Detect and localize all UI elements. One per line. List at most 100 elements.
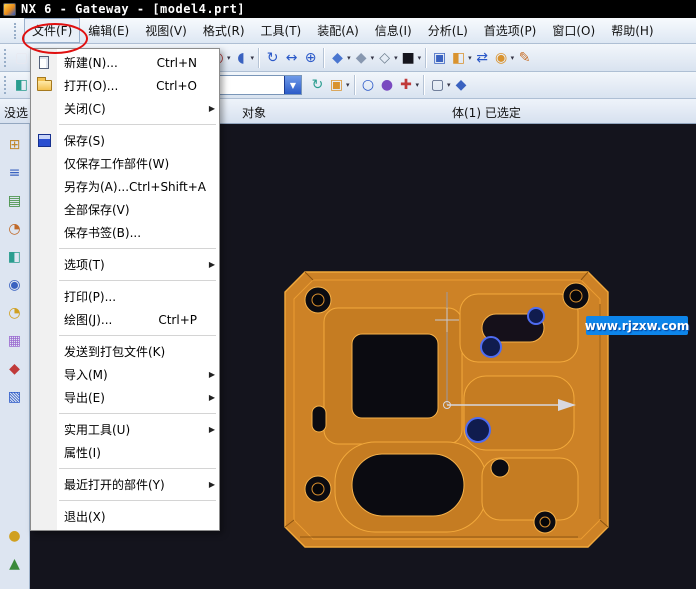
dropdown-arrow-icon[interactable]: ▾ [416, 81, 420, 89]
solid-cube-button[interactable]: ◆ [452, 74, 471, 96]
toolbar-grip[interactable] [4, 76, 8, 94]
assembly-navigator-tab[interactable]: ⊞ [4, 134, 26, 156]
counterbore-hole-bottom-right[interactable] [533, 510, 557, 534]
menubar-item-tools[interactable]: 工具(T) [253, 18, 310, 43]
menu-item-label: 打印(P)... [64, 290, 117, 304]
file-menu-item-save[interactable]: 保存(S) [31, 129, 219, 152]
dropdown-arrow-icon[interactable]: ▾ [511, 54, 515, 62]
menubar-item-information[interactable]: 信息(I) [367, 18, 420, 43]
part-navigator-tab[interactable]: ▤ [4, 190, 26, 212]
file-menu-item-plot[interactable]: 绘图(J)... Ctrl+P [31, 308, 219, 331]
orient-view-button[interactable]: ◆ ▾ [328, 47, 352, 69]
dropdown-arrow-icon[interactable]: ▾ [347, 54, 351, 62]
file-menu-item-export[interactable]: 导出(E) ▶ [31, 386, 219, 409]
file-menu-item-options[interactable]: 选项(T) ▶ [31, 253, 219, 276]
oval-through-hole[interactable] [351, 453, 465, 517]
dropdown-arrow-icon[interactable]: ▾ [447, 81, 451, 89]
toolbar-grip[interactable] [14, 22, 18, 39]
circle-tool-button[interactable]: ○ [359, 74, 378, 96]
dropdown-arrow-icon[interactable]: ▾ [468, 54, 472, 62]
file-menu-item-save-as[interactable]: 另存为(A)... Ctrl+Shift+A [31, 175, 219, 198]
roles-tab[interactable]: ● [4, 525, 26, 547]
manufacturing-wizards-tab[interactable]: ▧ [4, 386, 26, 408]
file-menu-item-print[interactable]: 打印(P)... [31, 285, 219, 308]
snap-point-button[interactable]: ◉ ▾ [492, 47, 516, 69]
menubar-item-preferences[interactable]: 首选项(P) [476, 18, 545, 43]
menu-bar-items: 文件(F) 编辑(E) 视图(V) 格式(R) 工具(T) 装配(A) 信息(I) 分析(L)… [24, 18, 662, 43]
menubar-item-view[interactable]: 视图(V) [137, 18, 195, 43]
constraint-navigator-tab[interactable]: ≡ [4, 162, 26, 184]
web-browser-tab[interactable]: ◉ [4, 274, 26, 296]
dropdown-arrow-icon[interactable]: ▾ [227, 54, 231, 62]
file-menu-item-save-all[interactable]: 全部保存(V) [31, 198, 219, 221]
selected-hole-upper-mid[interactable] [480, 336, 502, 358]
file-menu-item-send-package[interactable]: 发送到打包文件(K) [31, 340, 219, 363]
combo-dropdown-icon[interactable]: ▼ [284, 76, 301, 94]
menubar-item-file[interactable]: 文件(F) [24, 18, 81, 43]
file-menu-item-save-work-part[interactable]: 仅保存工作部件(W) [31, 152, 219, 175]
display-mode-button[interactable]: ◧ [12, 74, 31, 96]
new-part-button[interactable]: ▢ [12, 47, 31, 69]
view-background-button[interactable]: ■ ▾ [399, 47, 423, 69]
dropdown-arrow-icon[interactable]: ▾ [251, 54, 255, 62]
zoom-view-button[interactable]: ⊕ [301, 47, 320, 69]
dropdown-arrow-icon[interactable]: ▾ [394, 54, 398, 62]
history-icon: ◔ [8, 305, 21, 321]
counterbore-hole-top-right[interactable] [562, 282, 590, 310]
system-materials-tab[interactable]: ▦ [4, 330, 26, 352]
dropdown-arrow-icon[interactable]: ▾ [371, 54, 375, 62]
file-menu-item-utilities[interactable]: 实用工具(U) ▶ [31, 418, 219, 441]
zoom-view-icon: ⊕ [304, 49, 317, 66]
edge-blend-button[interactable]: ◖ ▾ [232, 47, 256, 69]
selection-scope-icon: ▢ [430, 77, 445, 93]
small-hole-bottom-mid[interactable] [490, 458, 510, 478]
move-object-button[interactable]: ⇄ [473, 47, 492, 69]
sphere-tool-button[interactable]: ● [378, 74, 397, 96]
file-menu-item-recent-parts[interactable]: 最近打开的部件(Y) ▶ [31, 473, 219, 496]
file-menu-item-new[interactable]: 新建(N)... Ctrl+N [31, 51, 219, 74]
selected-hole-top[interactable] [527, 307, 545, 325]
refresh-button[interactable]: ↻ [308, 74, 327, 96]
orient-csys-button[interactable]: ◧ ▾ [449, 47, 473, 69]
counterbore-hole-top-left[interactable] [304, 286, 332, 314]
rotate-view-button[interactable]: ↻ [263, 47, 282, 69]
file-menu-item-import[interactable]: 导入(M) ▶ [31, 363, 219, 386]
submenu-arrow-icon: ▶ [208, 393, 215, 402]
history-tab[interactable]: ◔ [4, 302, 26, 324]
selection-scope-button[interactable]: ▢ ▾ [428, 74, 452, 96]
measure-button[interactable]: ✚ ▾ [397, 74, 421, 96]
menubar-item-edit[interactable]: 编辑(E) [80, 18, 137, 43]
nx-app-icon [3, 2, 16, 16]
menubar-item-help[interactable]: 帮助(H) [603, 18, 661, 43]
slot-left-edge[interactable] [311, 405, 327, 433]
fit-view-button[interactable]: ▣ ▾ [327, 74, 351, 96]
sphere-tool-icon: ● [380, 77, 394, 93]
menubar-item-format[interactable]: 格式(R) [195, 18, 253, 43]
system-scenes-tab[interactable]: ▲ [4, 553, 26, 575]
menubar-item-assemblies[interactable]: 装配(A) [309, 18, 367, 43]
selected-hole-center[interactable] [465, 417, 491, 443]
toolbar-grip[interactable] [4, 48, 8, 67]
menu-item-label: 发送到打包文件(K) [64, 345, 166, 359]
dropdown-arrow-icon[interactable]: ▾ [418, 54, 422, 62]
file-menu-item-save-bookmark[interactable]: 保存书签(B)... [31, 221, 219, 244]
process-studio-tab[interactable]: ◆ [4, 358, 26, 380]
dropdown-arrow-icon[interactable]: ▾ [346, 81, 350, 89]
file-menu-item-close[interactable]: 关闭(C) ▶ [31, 97, 219, 120]
reuse-library-tab[interactable]: ◔ [4, 218, 26, 240]
edit-object-display-button[interactable]: ✎ [515, 47, 534, 69]
new-window-button[interactable]: ▣ [430, 47, 449, 69]
toolbar-separator [258, 47, 261, 68]
menubar-item-window[interactable]: 窗口(O) [544, 18, 603, 43]
hd3d-tools-tab[interactable]: ◧ [4, 246, 26, 268]
square-through-hole[interactable] [351, 333, 439, 419]
menubar-item-analysis[interactable]: 分析(L) [420, 18, 476, 43]
file-menu-item-exit[interactable]: 退出(X) [31, 505, 219, 528]
file-menu-item-properties[interactable]: 属性(I) [31, 441, 219, 464]
wireframe-display-button[interactable]: ◇ ▾ [375, 47, 399, 69]
counterbore-hole-bottom-left[interactable] [304, 475, 332, 503]
shaded-display-button[interactable]: ◆ ▾ [352, 47, 376, 69]
process-studio-icon: ◆ [9, 361, 20, 377]
file-menu-item-open[interactable]: 打开(O)... Ctrl+O [31, 74, 219, 97]
pan-view-button[interactable]: ↔ [282, 47, 301, 69]
